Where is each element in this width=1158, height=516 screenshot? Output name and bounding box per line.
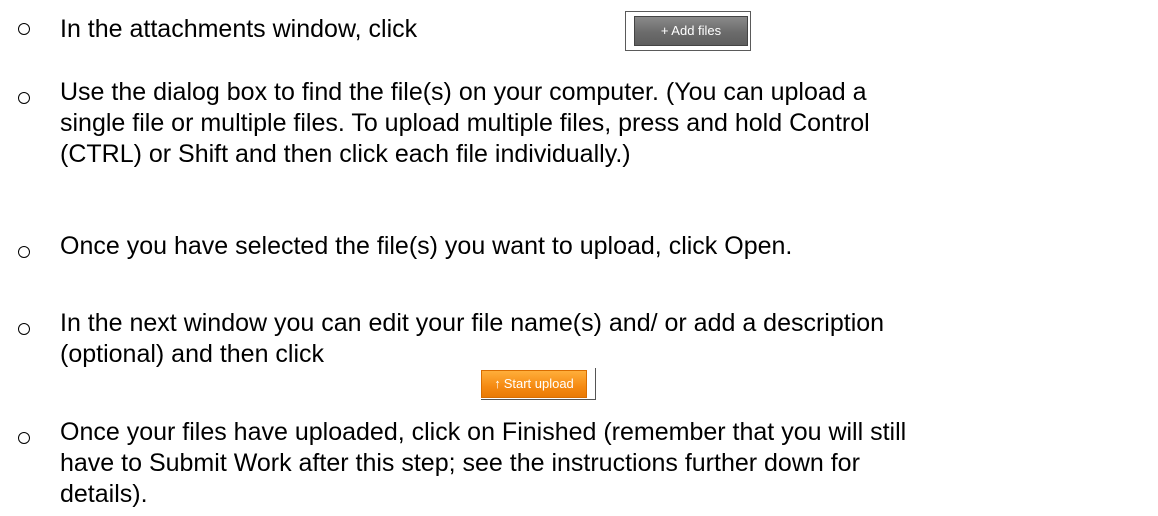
upload-arrow-icon: ↑	[494, 376, 501, 391]
text-line: In the next window you can edit your fil…	[60, 309, 885, 337]
start-upload-button-image: ↑ Start upload	[481, 368, 596, 400]
bullet-icon	[18, 323, 30, 335]
text-line: Once your files have uploaded, click on …	[60, 418, 907, 446]
text-line: details).	[60, 480, 148, 508]
start-upload-label: Start upload	[503, 376, 574, 391]
list-item-text: In the next window you can edit your fil…	[60, 308, 1145, 370]
text-line: In the attachments window, click	[60, 15, 418, 43]
instruction-document: In the attachments window, click + Add f…	[0, 0, 1158, 516]
text-line: Once you have selected the file(s) you w…	[60, 232, 793, 260]
text-line: (optional) and then click	[60, 340, 325, 368]
bullet-icon	[18, 92, 30, 104]
list-item-text: Use the dialog box to find the file(s) o…	[60, 77, 1145, 170]
start-upload-button[interactable]: ↑ Start upload	[481, 370, 587, 398]
text-line: Use the dialog box to find the file(s) o…	[60, 78, 867, 106]
text-line: single file or multiple files. To upload…	[60, 109, 870, 137]
add-files-button-image: + Add files	[625, 11, 751, 51]
add-files-button[interactable]: + Add files	[634, 16, 748, 46]
list-item-text: Once your files have uploaded, click on …	[60, 417, 1145, 510]
list-item-text: Once you have selected the file(s) you w…	[60, 231, 1145, 262]
text-line: (CTRL) or Shift and then click each file…	[60, 140, 631, 168]
list-item-text: In the attachments window, click	[60, 14, 1145, 45]
bullet-icon	[18, 246, 30, 258]
text-line: have to Submit Work after this step; see…	[60, 449, 860, 477]
bullet-icon	[18, 432, 30, 444]
bullet-icon	[18, 23, 30, 35]
